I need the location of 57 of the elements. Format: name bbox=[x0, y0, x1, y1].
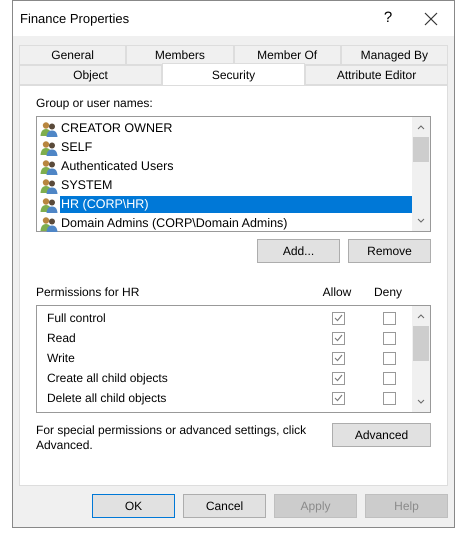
dialog-button[interactable]: OK bbox=[92, 494, 175, 518]
scrollbar[interactable] bbox=[412, 117, 430, 231]
list-item[interactable]: Authenticated Users bbox=[60, 157, 412, 176]
list-item[interactable]: HR (CORP\HR) bbox=[60, 196, 412, 213]
permission-name: Write bbox=[47, 350, 76, 367]
scrollbar[interactable] bbox=[412, 306, 430, 412]
checkbox[interactable] bbox=[332, 312, 344, 324]
column-header: Deny bbox=[372, 284, 403, 301]
permissions-list[interactable]: Full control Read Write Create all child objects Delete all child objects bbox=[36, 305, 431, 413]
add-button[interactable]: Add... bbox=[257, 239, 340, 263]
tab[interactable]: General bbox=[19, 45, 126, 65]
list-item[interactable]: CREATOR OWNER bbox=[60, 119, 412, 138]
user-group-icon bbox=[40, 178, 58, 194]
scroll-down-icon[interactable] bbox=[417, 399, 425, 405]
advanced-button[interactable]: Advanced bbox=[332, 423, 431, 447]
checkbox[interactable] bbox=[382, 372, 396, 384]
checkbox[interactable] bbox=[382, 352, 396, 364]
permission-name: Delete all child objects bbox=[47, 390, 168, 407]
dialog-button[interactable]: Cancel bbox=[183, 494, 266, 518]
user-group-icon bbox=[40, 196, 58, 212]
checkbox[interactable] bbox=[332, 352, 344, 364]
remove-button[interactable]: Remove bbox=[348, 239, 431, 263]
scroll-thumb[interactable] bbox=[413, 137, 429, 162]
tab[interactable]: Member Of bbox=[234, 45, 341, 65]
permission-name: Full control bbox=[47, 310, 107, 327]
tab[interactable]: Security bbox=[162, 63, 305, 85]
column-header: Allow bbox=[322, 284, 352, 301]
user-group-icon bbox=[40, 120, 58, 136]
permissions-label: Permissions for HR bbox=[36, 284, 140, 301]
help-button[interactable]: ? bbox=[368, 4, 408, 34]
list-item[interactable]: SELF bbox=[60, 138, 412, 157]
scroll-up-icon[interactable] bbox=[417, 313, 425, 319]
user-group-icon bbox=[40, 140, 58, 156]
checkbox[interactable] bbox=[382, 392, 396, 404]
permission-name: Read bbox=[47, 330, 77, 347]
user-group-icon bbox=[40, 216, 58, 232]
tab[interactable]: Attribute Editor bbox=[305, 65, 448, 85]
list-item[interactable]: SYSTEM bbox=[60, 176, 412, 195]
window-title: Finance Properties bbox=[20, 10, 130, 28]
close-icon bbox=[424, 12, 438, 26]
checkbox[interactable] bbox=[332, 392, 344, 404]
scroll-thumb[interactable] bbox=[413, 326, 429, 361]
checkbox[interactable] bbox=[382, 332, 396, 344]
scroll-up-icon[interactable] bbox=[417, 124, 425, 130]
user-group-icon bbox=[40, 158, 58, 174]
scroll-down-icon[interactable] bbox=[417, 218, 425, 224]
list-item[interactable]: Domain Admins (CORP\Domain Admins) bbox=[60, 214, 412, 233]
tab[interactable]: Object bbox=[19, 65, 162, 85]
permission-name: Create all child objects bbox=[47, 370, 169, 387]
tab[interactable]: Members bbox=[126, 45, 234, 65]
checkbox[interactable] bbox=[332, 332, 344, 344]
group-list[interactable]: CREATOR OWNER SELF Authenticated Users SYSTEM HR (CORP\HR) Domain Admins (CORP\Domain Admins) bbox=[36, 116, 431, 232]
advanced-note: For special permissions or advanced settings, click Advanced. bbox=[36, 423, 308, 453]
checkbox[interactable] bbox=[332, 372, 344, 384]
group-label: Group or user names: bbox=[36, 95, 154, 112]
tab[interactable]: Managed By bbox=[340, 45, 448, 65]
checkbox[interactable] bbox=[382, 312, 396, 324]
